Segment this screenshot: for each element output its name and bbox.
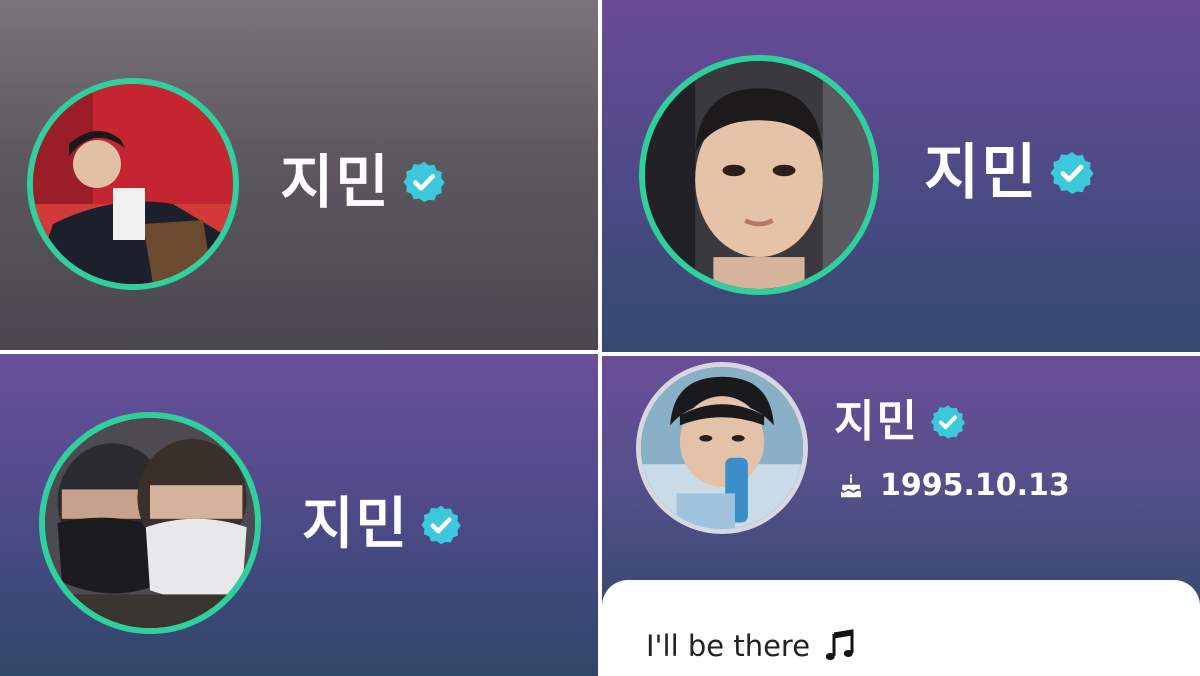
profile-avatar[interactable] [27,78,239,290]
profile-name: 지민 [924,138,1039,208]
avatar-photo [645,61,873,289]
avatar-photo [45,418,255,628]
profile-panel-3: 지민 [0,354,598,676]
status-message-card[interactable]: I'll be there [602,580,1200,676]
verified-badge-icon [401,159,447,205]
profile-panel-4: 지민 1995.10.13 I'll be there [602,356,1200,676]
profile-name: 지민 [834,396,919,447]
verified-badge-icon [929,403,967,441]
status-message: I'll be there [646,628,858,664]
verified-badge-icon [1048,149,1096,197]
profile-name: 지민 [302,492,410,557]
avatar-photo [33,84,233,284]
profile-name: 지민 [280,148,391,216]
birthday-row: 1995.10.13 [836,468,1070,503]
profile-panel-2: 지민 [602,0,1200,352]
music-note-icon [822,628,858,664]
status-message-text: I'll be there [646,629,811,663]
birthday-date: 1995.10.13 [880,468,1070,503]
birthday-cake-icon [836,471,866,501]
verified-badge-icon [419,503,463,547]
avatar-photo [641,367,803,529]
profile-panel-1: 지민 [0,0,598,350]
profile-avatar[interactable] [636,362,808,534]
profile-avatar[interactable] [639,55,879,295]
profile-avatar[interactable] [39,412,261,634]
